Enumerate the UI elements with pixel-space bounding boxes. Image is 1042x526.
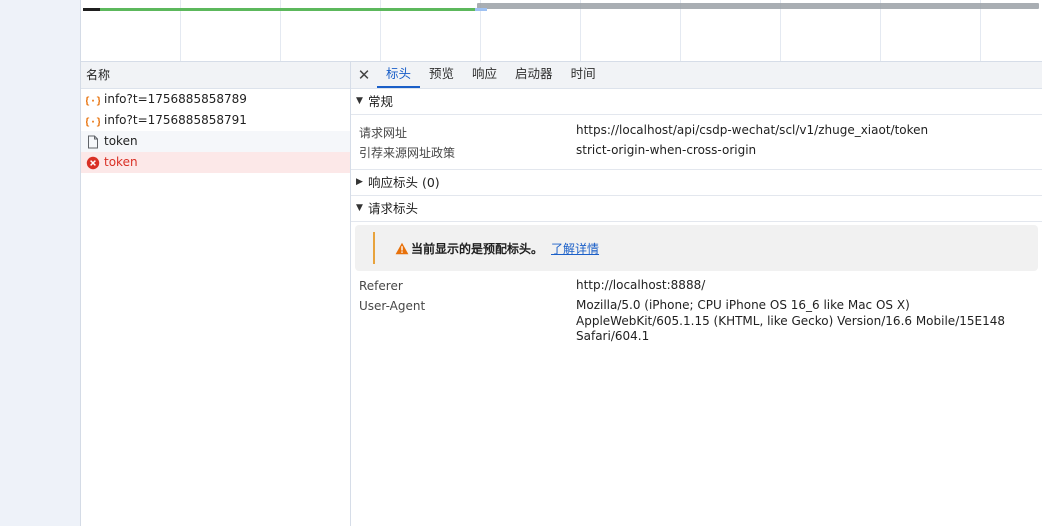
tab-timing[interactable]: 时间 — [562, 62, 605, 88]
header-value: Mozilla/5.0 (iPhone; CPU iPhone OS 16_6 … — [576, 298, 1005, 343]
timeline-gridline — [580, 0, 581, 61]
section-title: 请求标头 — [368, 201, 419, 216]
request-details-panel: ✕ 标头 预览 响应 启动器 时间 ▼ 常规 请求网址 https://loca… — [351, 62, 1042, 526]
svg-text:{·}: {·} — [86, 96, 100, 107]
timeline-overview[interactable] — [81, 0, 1042, 62]
timeline-bar-queued — [477, 3, 1039, 9]
svg-text:{·}: {·} — [86, 117, 100, 128]
timeline-gridline — [980, 0, 981, 61]
triangle-right-icon: ▶ — [356, 177, 363, 187]
header-key: Referer — [359, 279, 403, 293]
general-rows: 请求网址 https://localhost/api/csdp-wechat/s… — [351, 115, 1042, 169]
request-row[interactable]: token — [81, 131, 350, 152]
triangle-down-icon: ▼ — [356, 96, 363, 106]
error-circle-icon — [86, 156, 100, 170]
section-general-header[interactable]: ▼ 常规 — [351, 89, 1042, 115]
warning-message: 当前显示的是预配标头。 了解详情 — [395, 240, 599, 257]
request-list-header[interactable]: 名称 — [81, 62, 350, 89]
section-request-headers-header[interactable]: ▼ 请求标头 — [351, 196, 1042, 222]
request-name: token — [104, 155, 138, 169]
timeline-gridline — [880, 0, 881, 61]
section-title: 常规 — [368, 94, 394, 109]
learn-more-link[interactable]: 了解详情 — [551, 240, 599, 257]
request-name: token — [104, 134, 138, 148]
details-tabbar: ✕ 标头 预览 响应 启动器 时间 — [351, 62, 1042, 89]
tab-response[interactable]: 响应 — [463, 62, 506, 88]
timeline-gridline — [680, 0, 681, 61]
left-gutter — [0, 0, 81, 526]
triangle-down-icon: ▼ — [356, 203, 363, 213]
request-list: 名称 {·} info?t=1756885858789 {·} info?t=1… — [81, 62, 351, 526]
warning-accent-bar — [373, 232, 375, 264]
request-row-error[interactable]: token — [81, 152, 350, 173]
warning-triangle-icon — [395, 242, 409, 255]
request-header-rows: Referer http://localhost:8888/ User-Agen… — [351, 275, 1042, 365]
request-row[interactable]: {·} info?t=1756885858789 — [81, 89, 350, 110]
xhr-braces-icon: {·} — [86, 114, 100, 128]
header-value: http://localhost:8888/ — [576, 278, 706, 292]
timeline-bar-download — [100, 8, 475, 11]
section-title: 响应标头 (0) — [368, 175, 440, 190]
timeline-bar-waiting — [83, 8, 100, 11]
document-icon — [86, 135, 100, 149]
header-key: User-Agent — [359, 299, 426, 313]
header-value: strict-origin-when-cross-origin — [576, 143, 757, 157]
close-icon[interactable]: ✕ — [351, 62, 377, 88]
section-response-headers-header[interactable]: ▶ 响应标头 (0) — [351, 169, 1042, 196]
request-name: info?t=1756885858791 — [104, 113, 247, 127]
tab-preview[interactable]: 预览 — [420, 62, 463, 88]
timeline-gridline — [780, 0, 781, 61]
warning-text: 当前显示的是预配标头。 — [411, 242, 544, 256]
xhr-braces-icon: {·} — [86, 93, 100, 107]
request-row[interactable]: {·} info?t=1756885858791 — [81, 110, 350, 131]
tab-headers[interactable]: 标头 — [377, 62, 421, 88]
provisional-headers-warning: 当前显示的是预配标头。 了解详情 — [355, 225, 1038, 271]
header-key: 引荐来源网址政策 — [359, 146, 456, 160]
header-value: https://localhost/api/csdp-wechat/scl/v1… — [576, 123, 929, 137]
tab-initiator[interactable]: 启动器 — [506, 62, 562, 88]
timeline-bar-marker — [475, 8, 487, 11]
header-key: 请求网址 — [359, 126, 408, 140]
request-name: info?t=1756885858789 — [104, 92, 247, 106]
